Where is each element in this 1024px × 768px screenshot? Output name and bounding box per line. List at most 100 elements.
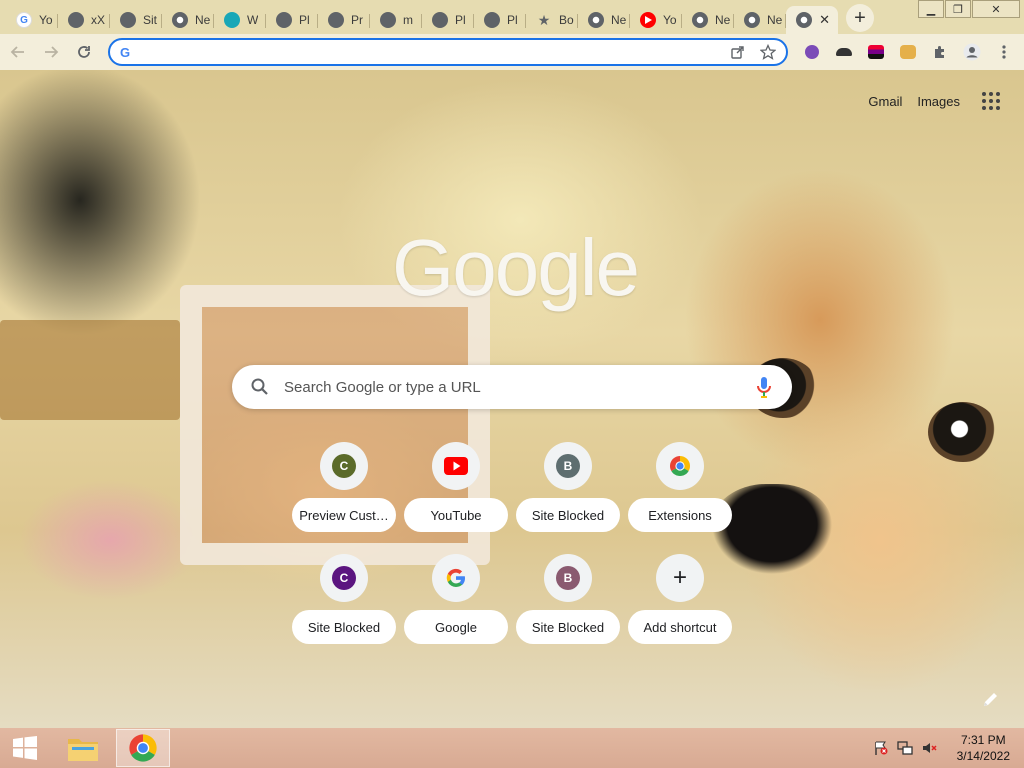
top-links: Gmail Images — [853, 92, 1000, 110]
shortcut-tile[interactable]: B Site Blocked — [512, 442, 624, 538]
taskbar: 7:31 PM 3/14/2022 — [0, 728, 1024, 768]
folder-icon — [68, 739, 98, 761]
tab-label: W — [247, 13, 259, 27]
background-dog-eye-right — [928, 402, 998, 462]
images-link[interactable]: Images — [917, 94, 960, 109]
shortcut-tile[interactable]: C Preview Cust… — [288, 442, 400, 538]
shortcut-tile[interactable]: B Site Blocked — [512, 554, 624, 650]
extension-flag-icon[interactable] — [862, 38, 890, 66]
tab-4[interactable]: W — [214, 6, 266, 34]
address-input[interactable] — [142, 44, 726, 60]
shortcut-label: Add shortcut — [628, 610, 732, 644]
reload-button[interactable] — [69, 37, 99, 67]
extension-purple-icon[interactable] — [798, 38, 826, 66]
shortcut-tile[interactable]: Google — [400, 554, 512, 650]
tab-3[interactable]: Ne — [162, 6, 214, 34]
extensions-area — [798, 38, 1022, 66]
chrome-taskbar-button[interactable] — [116, 729, 170, 767]
shortcut-tile[interactable]: Extensions — [624, 442, 736, 538]
tab-7[interactable]: m — [370, 6, 422, 34]
globe-icon — [276, 12, 292, 28]
menu-kebab-icon[interactable] — [990, 38, 1018, 66]
shortcut-label: Extensions — [628, 498, 732, 532]
plus-icon: + — [672, 564, 687, 591]
youtube-icon — [640, 12, 656, 28]
globe-icon — [432, 12, 448, 28]
shortcut-icon-circle — [432, 554, 480, 602]
tab-12[interactable]: Yo — [630, 6, 682, 34]
google-logo: Google — [392, 223, 640, 312]
taskbar-clock[interactable]: 7:31 PM 3/14/2022 — [957, 732, 1010, 764]
tab-label: Sit — [143, 13, 158, 27]
gmail-link[interactable]: Gmail — [868, 94, 902, 109]
tab-9[interactable]: Pl — [474, 6, 526, 34]
puzzle-icon[interactable] — [926, 38, 954, 66]
tab-label: Ne — [611, 13, 627, 27]
shortcut-icon-circle — [656, 442, 704, 490]
globe-icon — [68, 12, 84, 28]
youtube-icon — [444, 457, 468, 475]
tab-6[interactable]: Pr — [318, 6, 370, 34]
back-button[interactable] — [3, 37, 33, 67]
tab-active[interactable]: ✕ — [786, 6, 838, 34]
shortcut-label: Site Blocked — [292, 610, 396, 644]
profile-icon[interactable] — [958, 38, 986, 66]
globe-icon — [484, 12, 500, 28]
start-button[interactable] — [0, 728, 50, 768]
tab-label: Yo — [663, 13, 677, 27]
tab-0[interactable]: G Yo — [6, 6, 58, 34]
new-tab-button[interactable]: + — [846, 4, 874, 32]
chrome-icon — [692, 12, 708, 28]
close-tab-icon[interactable]: ✕ — [819, 12, 830, 28]
tab-13[interactable]: Ne — [682, 6, 734, 34]
clock-time: 7:31 PM — [960, 733, 1006, 747]
search-input[interactable] — [284, 378, 754, 396]
teal-site-icon — [224, 12, 240, 28]
minimize-button[interactable]: ▁ — [918, 0, 944, 18]
shortcut-tile[interactable]: YouTube — [400, 442, 512, 538]
shortcut-label: YouTube — [404, 498, 508, 532]
tab-2[interactable]: Sit — [110, 6, 162, 34]
shortcut-icon-circle: C — [320, 554, 368, 602]
chrome-icon — [172, 12, 188, 28]
chrome-icon — [129, 734, 157, 762]
tab-1[interactable]: xX — [58, 6, 110, 34]
network-icon[interactable] — [895, 738, 915, 758]
tab-14[interactable]: Ne — [734, 6, 786, 34]
tab-10[interactable]: ★ Bo — [526, 6, 578, 34]
pencil-icon[interactable] — [982, 690, 1000, 708]
shortcut-icon-circle: + — [656, 554, 704, 602]
extension-hat-icon[interactable] — [830, 38, 858, 66]
bookmark-star-icon[interactable] — [756, 40, 780, 64]
file-explorer-button[interactable] — [56, 729, 110, 767]
add-shortcut-button[interactable]: + Add shortcut — [624, 554, 736, 650]
apps-grid-icon[interactable] — [982, 92, 1000, 110]
tab-label: Ne — [767, 13, 783, 27]
extension-cat-icon[interactable] — [894, 38, 922, 66]
google-g-icon — [446, 568, 465, 588]
tab-5[interactable]: Pl — [266, 6, 318, 34]
microphone-icon[interactable] — [754, 376, 774, 398]
chrome-icon — [744, 12, 760, 28]
tab-11[interactable]: Ne — [578, 6, 630, 34]
browser-toolbar: G — [0, 34, 1024, 70]
share-icon[interactable] — [726, 40, 750, 64]
tab-8[interactable]: Pl — [422, 6, 474, 34]
tab-label: Ne — [715, 13, 731, 27]
close-window-button[interactable]: ✕ — [972, 0, 1020, 18]
search-box[interactable] — [232, 365, 792, 409]
clock-date: 3/14/2022 — [956, 749, 1010, 763]
volume-muted-icon[interactable] — [919, 738, 939, 758]
window-controls: ▁ ❐ ✕ — [917, 0, 1020, 18]
forward-button[interactable] — [36, 37, 66, 67]
shortcut-icon-circle — [432, 442, 480, 490]
shortcut-tile[interactable]: C Site Blocked — [288, 554, 400, 650]
tab-label: Pl — [299, 13, 310, 27]
address-bar[interactable]: G — [108, 38, 788, 66]
tab-label: m — [403, 13, 413, 27]
maximize-button[interactable]: ❐ — [945, 0, 971, 18]
letter-b-icon: B — [556, 454, 580, 478]
action-center-flag-icon[interactable] — [871, 738, 891, 758]
globe-icon — [328, 12, 344, 28]
tab-label: Bo — [559, 13, 574, 27]
